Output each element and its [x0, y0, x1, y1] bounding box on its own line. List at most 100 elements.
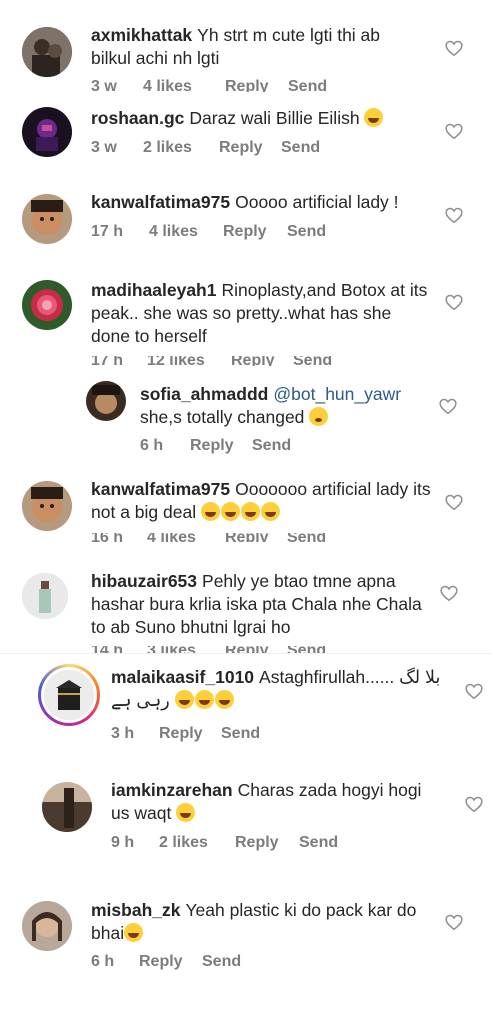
reply-button[interactable]: Reply	[139, 953, 202, 971]
avatar[interactable]	[22, 901, 72, 951]
comment-time: 3 h	[111, 725, 135, 742]
comment-time: 6 h	[91, 953, 115, 970]
avatar[interactable]	[42, 782, 92, 832]
tears-of-joy-emoji	[176, 803, 196, 822]
comment-time: 6 h	[140, 437, 164, 454]
send-button[interactable]: Send	[281, 139, 320, 157]
story-ring[interactable]	[38, 664, 100, 726]
avatar[interactable]	[22, 280, 72, 330]
comment-likes[interactable]: 4 likes	[147, 533, 225, 542]
heart-outline-icon[interactable]	[440, 585, 458, 602]
comment-likes[interactable]: 4 likes	[143, 78, 225, 92]
comment-body: Astaghfirullah......	[259, 667, 395, 687]
comment-time: 17 h	[91, 223, 124, 240]
comment-username[interactable]: madihaaleyah1	[91, 280, 216, 300]
comment-username[interactable]: iamkinzarehan	[111, 780, 233, 800]
comment-body: she,s totally changed	[140, 407, 305, 427]
comment-username[interactable]: misbah_zk	[91, 900, 180, 920]
comment-time: 3 w	[91, 139, 117, 156]
flushed-face-emoji	[309, 407, 329, 426]
heart-outline-icon[interactable]	[465, 683, 483, 700]
comment-likes[interactable]: 2 likes	[143, 139, 219, 157]
comment-username[interactable]: hibauzair653	[91, 571, 197, 591]
comment-time: 3 w	[91, 78, 117, 92]
tears-of-joy-emoji	[220, 502, 240, 521]
reply-item: malaikaasif_1010 Astaghfirullah...... بلا…	[0, 654, 492, 758]
avatar[interactable]	[44, 670, 94, 720]
reply-button[interactable]: Reply	[219, 139, 281, 157]
comment-item: kanwalfatima975 Ooooo artificial lady ! 1…	[0, 180, 492, 270]
tears-of-joy-emoji	[194, 690, 214, 709]
comment-text: roshaan.gc Daraz wali Billie Eilish	[91, 107, 421, 130]
reply-button[interactable]: Reply	[223, 223, 287, 241]
heart-outline-icon[interactable]	[465, 796, 483, 813]
heart-outline-icon[interactable]	[439, 398, 457, 415]
comment-text: kanwalfatima975 Ooooooo artificial lady i…	[91, 478, 431, 524]
comment-text: madihaaleyah1 Rinoplasty,and Botox at its…	[91, 279, 431, 348]
avatar[interactable]	[22, 107, 72, 157]
comment-item: roshaan.gc Daraz wali Billie Eilish 3 w 2…	[0, 95, 492, 180]
comment-text: sofia_ahmaddd @bot_hun_yawr she,s totally …	[140, 383, 430, 429]
comment-text: iamkinzarehan Charas zada hogyi hogi us w…	[111, 779, 441, 825]
reply-button[interactable]: Reply	[190, 437, 252, 455]
comment-likes[interactable]: 4 likes	[149, 223, 223, 241]
tears-of-joy-emoji	[260, 502, 280, 521]
send-button[interactable]: Send	[293, 356, 332, 366]
send-button[interactable]: Send	[202, 953, 241, 971]
comment-time: 17 h	[91, 356, 124, 366]
comment-item: axmikhattak Yh strt m cute lgti thi ab bi…	[0, 0, 492, 95]
comment-item: hibauzair653 Pehly ye btao tmne apna hash…	[0, 562, 492, 654]
comment-username[interactable]: roshaan.gc	[91, 108, 184, 128]
comment-username[interactable]: sofia_ahmaddd	[140, 384, 268, 404]
avatar[interactable]	[22, 481, 72, 531]
heart-outline-icon[interactable]	[445, 40, 463, 57]
avatar[interactable]	[22, 27, 72, 77]
send-button[interactable]: Send	[299, 834, 338, 852]
comment-meta: 3 h Reply Send	[111, 725, 260, 743]
heart-outline-icon[interactable]	[445, 494, 463, 511]
reply-button[interactable]: Reply	[159, 725, 221, 743]
comment-item: kanwalfatima975 Ooooooo artificial lady i…	[0, 470, 492, 562]
reply-item: iamkinzarehan Charas zada hogyi hogi us w…	[0, 758, 492, 878]
avatar[interactable]	[22, 573, 68, 619]
heart-outline-icon[interactable]	[445, 294, 463, 311]
comment-meta: 3 w 4 likes Reply Send	[91, 78, 327, 92]
tears-of-joy-emoji	[214, 690, 234, 709]
comment-meta: 6 h Reply Send	[91, 953, 241, 971]
send-button[interactable]: Send	[288, 78, 327, 92]
tears-of-joy-emoji	[174, 690, 194, 709]
heart-outline-icon[interactable]	[445, 123, 463, 140]
comment-item: madihaaleyah1 Rinoplasty,and Botox at its…	[0, 270, 492, 370]
comment-likes[interactable]: 2 likes	[159, 834, 235, 852]
tears-of-joy-emoji	[364, 108, 384, 127]
comment-likes[interactable]: 12 likes	[147, 356, 231, 366]
reply-button[interactable]: Reply	[231, 356, 293, 366]
comment-time: 9 h	[111, 834, 135, 851]
reply-button[interactable]: Reply	[225, 533, 287, 542]
mention-link[interactable]: @bot_hun_yawr	[273, 384, 401, 404]
reply-button[interactable]: Reply	[225, 78, 288, 92]
comment-item: misbah_zk Yeah plastic ki do pack kar do …	[0, 878, 492, 988]
send-button[interactable]: Send	[287, 533, 326, 542]
comment-username[interactable]: kanwalfatima975	[91, 479, 230, 499]
comment-text: malaikaasif_1010 Astaghfirullah...... بلا…	[111, 666, 441, 712]
comment-username[interactable]: axmikhattak	[91, 25, 192, 45]
comment-meta: 16 h 4 likes Reply Send	[91, 533, 326, 542]
heart-outline-icon[interactable]	[445, 914, 463, 931]
comment-username[interactable]: malaikaasif_1010	[111, 667, 254, 687]
comment-time: 16 h	[91, 533, 124, 542]
send-button[interactable]: Send	[252, 437, 291, 455]
comment-text: axmikhattak Yh strt m cute lgti thi ab bi…	[91, 24, 421, 70]
tears-of-joy-emoji	[124, 923, 144, 942]
avatar[interactable]	[86, 381, 126, 421]
send-button[interactable]: Send	[287, 223, 326, 241]
tears-of-joy-emoji	[200, 502, 220, 521]
reply-button[interactable]: Reply	[235, 834, 299, 852]
send-button[interactable]: Send	[221, 725, 260, 743]
heart-outline-icon[interactable]	[445, 207, 463, 224]
reply-item: sofia_ahmaddd @bot_hun_yawr she,s totally …	[0, 370, 492, 470]
comment-username[interactable]: kanwalfatima975	[91, 192, 230, 212]
avatar[interactable]	[22, 194, 72, 244]
comment-text: hibauzair653 Pehly ye btao tmne apna hash…	[91, 570, 431, 639]
tears-of-joy-emoji	[240, 502, 260, 521]
